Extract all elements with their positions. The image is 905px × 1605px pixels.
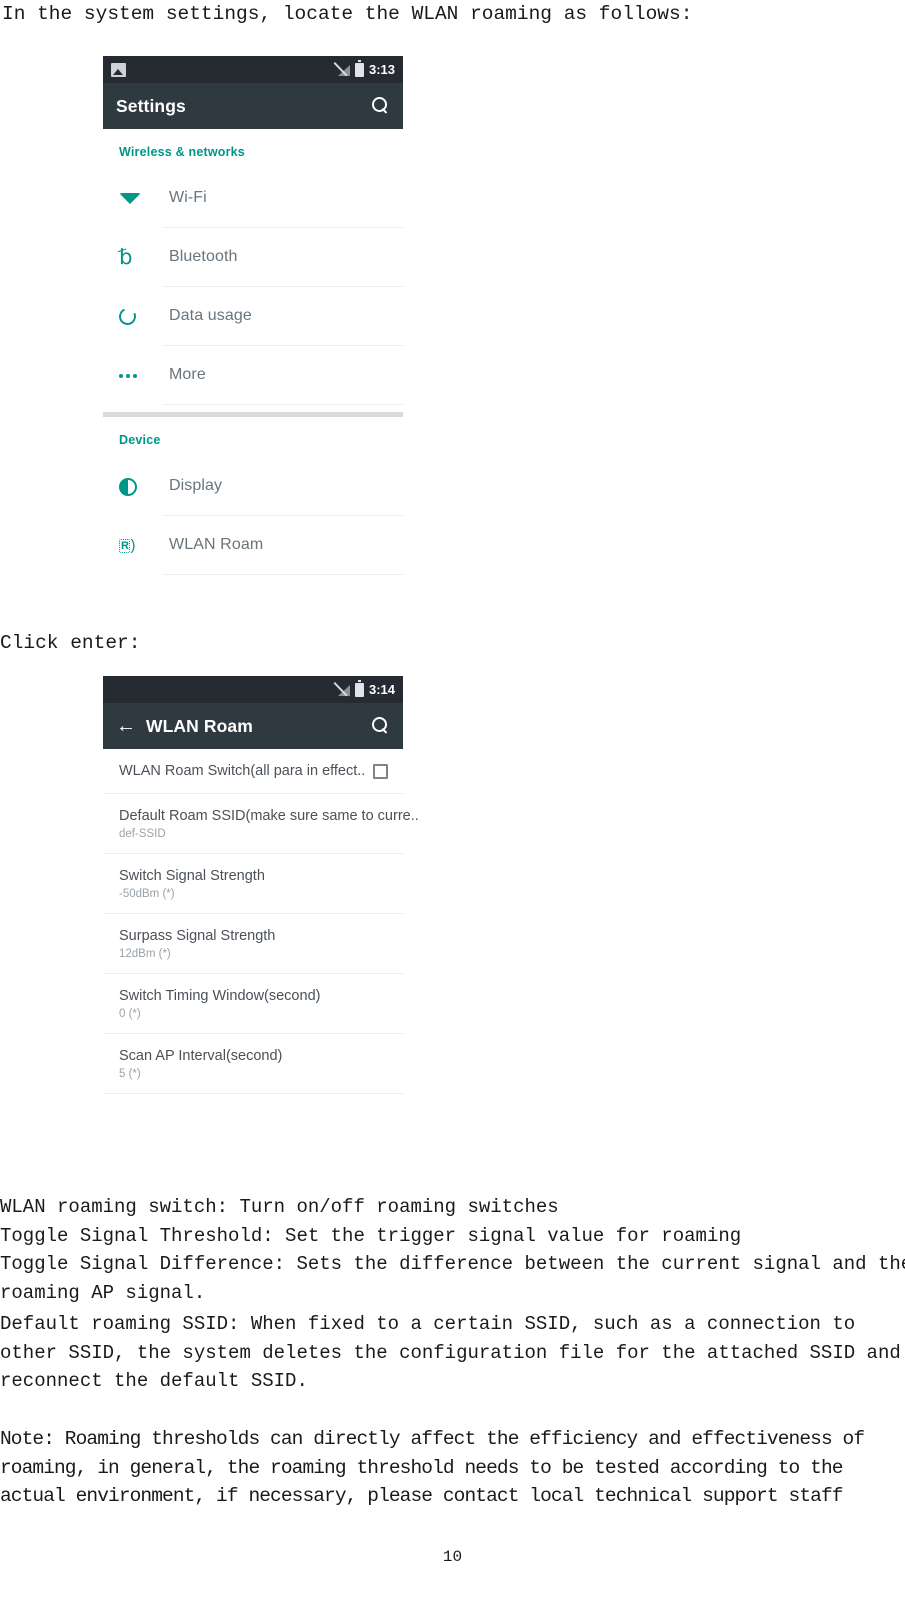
battery-icon: [354, 680, 364, 697]
arrow-left-icon[interactable]: ←: [116, 716, 136, 736]
section-header-device: Device: [119, 433, 161, 447]
sidebar-item-label: Bluetooth: [169, 248, 238, 265]
sidebar-item-wifi[interactable]: Wi-Fi: [103, 169, 403, 228]
sidebar-item-data-usage[interactable]: Data usage: [103, 287, 403, 346]
sidebar-item-display[interactable]: Display: [103, 457, 403, 516]
explanation-line: Toggle Signal Threshold: Set the trigger…: [0, 1224, 742, 1247]
data-usage-icon: [116, 305, 163, 328]
preference-title: WLAN Roam Switch(all para in effect..: [119, 763, 366, 779]
preference-row-surpass-signal-strength[interactable]: Surpass Signal Strength 12dBm (*): [103, 914, 403, 974]
bluetooth-icon: ␢: [119, 245, 133, 269]
sidebar-item-label: Data usage: [169, 307, 252, 324]
explanation-line: WLAN roaming switch: Turn on/off roaming…: [0, 1196, 559, 1218]
signal-off-icon: [336, 683, 350, 696]
display-icon: [119, 477, 163, 496]
preference-title: Scan AP Interval(second): [119, 1048, 283, 1064]
status-bar-clock: 3:13: [368, 62, 395, 77]
explanation-definitions: WLAN roaming switch: Turn on/off roaming…: [0, 1193, 905, 1307]
wlan-roam-app-bar: ← WLAN Roam: [103, 703, 403, 749]
sidebar-item-label: Display: [169, 477, 223, 494]
explanation-default-ssid: Default roaming SSID: When fixed to a ce…: [0, 1310, 905, 1396]
preference-summary: 5 (*): [119, 1068, 141, 1080]
sidebar-item-more[interactable]: More: [103, 346, 403, 405]
preference-row-scan-ap-interval[interactable]: Scan AP Interval(second) 5 (*): [103, 1034, 403, 1094]
sidebar-item-label: Wi-Fi: [169, 189, 207, 206]
preference-summary: -50dBm (*): [119, 888, 175, 900]
sidebar-item-bluetooth[interactable]: ␢ Bluetooth: [103, 228, 403, 287]
search-icon[interactable]: [372, 97, 390, 115]
status-bar: 3:14: [103, 676, 403, 703]
preference-summary: def-SSID: [119, 828, 166, 840]
sidebar-item-label: WLAN Roam: [169, 536, 264, 553]
note-line: Note: Roaming thresholds can directly af…: [0, 1428, 865, 1450]
explanation-line: roaming AP signal.: [0, 1281, 206, 1304]
wlan-roam-screenshot: 3:14 ← WLAN Roam WLAN Roam Switch(all pa…: [103, 676, 419, 1094]
roam-switch-checkbox[interactable]: [373, 763, 389, 779]
settings-app-bar: Settings: [103, 83, 403, 129]
signal-off-icon: [336, 63, 350, 76]
preference-title: Switch Timing Window(second): [119, 988, 321, 1004]
explanation-line: reconnect the default SSID.: [0, 1370, 308, 1392]
explanation-line: Default roaming SSID: When fixed to a ce…: [0, 1313, 856, 1335]
explanation-line: other SSID, the system deletes the confi…: [0, 1341, 901, 1364]
preference-row-roam-switch[interactable]: WLAN Roam Switch(all para in effect..: [103, 749, 403, 794]
preference-row-switch-timing-window[interactable]: Switch Timing Window(second) 0 (*): [103, 974, 403, 1034]
preference-summary: 12dBm (*): [119, 948, 171, 960]
wifi-icon: [119, 193, 163, 204]
preference-summary: 0 (*): [119, 1008, 141, 1020]
intro-text: In the system settings, locate the WLAN …: [2, 3, 693, 25]
status-bar-right: 3:14: [336, 680, 395, 697]
search-icon[interactable]: [372, 717, 390, 735]
page-title: Settings: [116, 95, 186, 116]
preference-title: Surpass Signal Strength: [119, 928, 276, 944]
note-line: actual environment, if necessary, please…: [0, 1485, 843, 1507]
preference-title: Switch Signal Strength: [119, 868, 265, 884]
sidebar-item-label: More: [169, 366, 206, 383]
status-bar: 3:13: [103, 56, 403, 83]
explanation-line: Toggle Signal Difference: Sets the diffe…: [0, 1253, 905, 1275]
preference-title: Default Roam SSID(make sure same to curr…: [119, 808, 419, 824]
section-header-wireless: Wireless & networks: [119, 145, 245, 159]
page-number: 10: [442, 1548, 463, 1566]
page-title: WLAN Roam: [146, 715, 253, 736]
preference-row-default-ssid[interactable]: Default Roam SSID(make sure same to curr…: [103, 794, 419, 854]
battery-icon: [354, 60, 364, 77]
settings-screenshot: 3:13 Settings Wireless & networks Wi-Fi …: [103, 56, 403, 575]
status-bar-left: [111, 62, 126, 77]
preference-row-switch-signal-strength[interactable]: Switch Signal Strength -50dBm (*): [103, 854, 403, 914]
status-bar-right: 3:13: [336, 60, 395, 77]
status-bar-clock: 3:14: [368, 682, 395, 697]
explanation-note: Note: Roaming thresholds can directly af…: [0, 1425, 905, 1511]
more-icon: [119, 373, 163, 378]
wlan-roam-icon: R): [119, 537, 135, 554]
photo-icon: [111, 62, 126, 77]
sidebar-item-wlan-roam[interactable]: R) WLAN Roam: [103, 516, 403, 575]
click-enter-text: Click enter:: [0, 632, 141, 654]
note-line: roaming, in general, the roaming thresho…: [0, 1456, 843, 1479]
